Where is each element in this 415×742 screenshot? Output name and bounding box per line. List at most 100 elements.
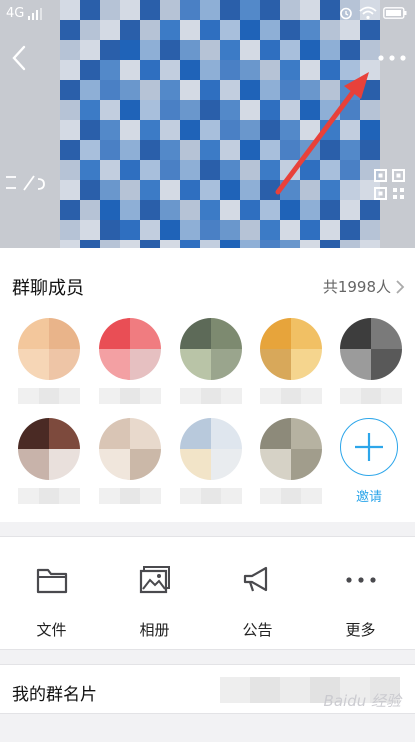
member-avatar[interactable] bbox=[99, 418, 161, 480]
cover-pixel bbox=[300, 180, 320, 200]
cover-pixel bbox=[260, 100, 280, 120]
cover-pixel bbox=[140, 120, 160, 140]
group-actions-bar: 文件 相册 公告 更多 bbox=[0, 536, 415, 650]
cover-pixel bbox=[320, 160, 340, 180]
cover-pixel bbox=[320, 100, 340, 120]
cover-pixel bbox=[320, 200, 340, 220]
cover-pixel bbox=[320, 240, 340, 248]
cover-pixel bbox=[60, 160, 80, 180]
cover-pixel bbox=[300, 140, 320, 160]
action-more[interactable]: 更多 bbox=[309, 537, 412, 651]
cover-pixel bbox=[260, 40, 280, 60]
cover-pixel bbox=[340, 120, 360, 140]
cover-pixel bbox=[220, 40, 240, 60]
alarm-icon bbox=[340, 7, 352, 20]
cover-pixel bbox=[60, 100, 80, 120]
cover-pixel bbox=[240, 240, 260, 248]
cover-pixel bbox=[260, 240, 280, 248]
cover-pixel bbox=[140, 40, 160, 60]
folder-icon bbox=[36, 568, 68, 594]
cover-pixel bbox=[180, 60, 200, 80]
cover-pixel bbox=[360, 140, 380, 160]
cover-pixel bbox=[300, 220, 320, 240]
more-dots-icon bbox=[378, 55, 406, 61]
cover-pixel bbox=[320, 220, 340, 240]
back-button[interactable] bbox=[4, 40, 34, 76]
cover-pixel bbox=[200, 180, 220, 200]
member-name bbox=[18, 388, 81, 404]
cover-pixel bbox=[340, 180, 360, 200]
members-count-link[interactable]: 共1998人 bbox=[323, 276, 405, 297]
member-avatar[interactable] bbox=[260, 418, 322, 480]
cover-pixel bbox=[160, 120, 180, 140]
cover-pixel bbox=[100, 140, 120, 160]
battery-icon bbox=[383, 7, 407, 19]
more-options-button[interactable] bbox=[375, 46, 409, 70]
action-album-label: 相册 bbox=[139, 621, 170, 639]
cover-pixel bbox=[80, 120, 100, 140]
wifi-icon bbox=[359, 6, 377, 20]
member-avatar[interactable] bbox=[340, 318, 402, 380]
cover-pixel bbox=[300, 240, 320, 248]
cover-pixel bbox=[100, 120, 120, 140]
cover-pixel bbox=[340, 80, 360, 100]
cover-pixel bbox=[120, 40, 140, 60]
qr-code-button[interactable] bbox=[373, 168, 407, 202]
cover-pixel bbox=[220, 60, 240, 80]
cover-pixel bbox=[320, 60, 340, 80]
cover-pixel bbox=[140, 220, 160, 240]
member-avatar[interactable] bbox=[180, 318, 242, 380]
cover-pixel bbox=[280, 40, 300, 60]
cover-pixel bbox=[340, 220, 360, 240]
cover-pixel bbox=[100, 220, 120, 240]
cover-pixel bbox=[160, 200, 180, 220]
member-avatar[interactable] bbox=[18, 418, 80, 480]
member-avatar[interactable] bbox=[99, 318, 161, 380]
edit-glyph-icon bbox=[6, 175, 45, 191]
cover-pixel bbox=[180, 80, 200, 100]
cover-pixel bbox=[100, 240, 120, 248]
cover-pixel bbox=[360, 220, 380, 240]
cover-pixel bbox=[60, 40, 80, 60]
member-avatar[interactable] bbox=[18, 318, 80, 380]
cover-pixel bbox=[140, 60, 160, 80]
cover-pixel bbox=[220, 140, 240, 160]
cover-pixel bbox=[340, 240, 360, 248]
cover-pixel bbox=[100, 100, 120, 120]
cover-pixel bbox=[220, 100, 240, 120]
member-avatar[interactable] bbox=[180, 418, 242, 480]
cover-pixel bbox=[160, 80, 180, 100]
header-left-glyph bbox=[4, 174, 46, 196]
cover-pixel bbox=[200, 240, 220, 248]
cover-pixel bbox=[300, 160, 320, 180]
cover-pixel bbox=[80, 40, 100, 60]
member-avatar[interactable] bbox=[260, 318, 322, 380]
cover-pixel bbox=[200, 60, 220, 80]
cover-pixel bbox=[180, 40, 200, 60]
cover-pixel bbox=[240, 160, 260, 180]
cover-pixel bbox=[300, 120, 320, 140]
cover-pixel bbox=[300, 100, 320, 120]
cover-pixel bbox=[120, 160, 140, 180]
member-name bbox=[18, 488, 81, 504]
cover-pixel bbox=[260, 180, 280, 200]
cover-pixel bbox=[100, 40, 120, 60]
cover-pixel bbox=[100, 180, 120, 200]
cover-pixel bbox=[180, 120, 200, 140]
cover-pixel bbox=[180, 160, 200, 180]
action-more-label: 更多 bbox=[345, 621, 376, 639]
members-section: 群聊成员 共1998人 bbox=[0, 248, 415, 522]
status-bar: 4G bbox=[0, 0, 415, 28]
cover-pixel bbox=[220, 160, 240, 180]
cover-pixel bbox=[200, 100, 220, 120]
action-album[interactable]: 相册 bbox=[103, 537, 206, 651]
member-name bbox=[99, 488, 162, 504]
invite-button[interactable] bbox=[340, 418, 398, 476]
cover-pixel bbox=[220, 180, 240, 200]
action-announcement[interactable]: 公告 bbox=[206, 537, 309, 651]
action-file[interactable]: 文件 bbox=[0, 537, 103, 651]
cover-pixel bbox=[180, 240, 200, 248]
cover-pixel bbox=[200, 80, 220, 100]
cover-pixel bbox=[340, 60, 360, 80]
cover-pixel bbox=[220, 200, 240, 220]
